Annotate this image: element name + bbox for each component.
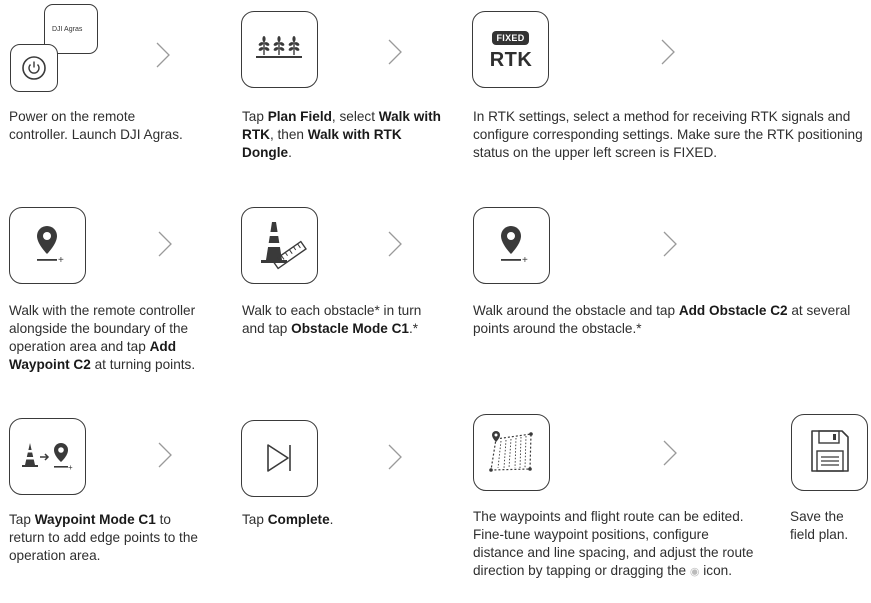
step-text-run: . xyxy=(329,512,334,527)
step-text-run: Power on the remote controller. Launch D… xyxy=(9,109,183,142)
step-text-run: , select xyxy=(331,109,379,124)
svg-text:+: + xyxy=(68,463,73,472)
step-text-run: . xyxy=(288,145,292,160)
chevron-right-icon xyxy=(661,39,675,65)
bold-term: Waypoint Mode C1 xyxy=(34,512,156,527)
cone-to-pin-icon: + xyxy=(9,418,86,495)
floppy-disk-icon xyxy=(791,414,868,491)
power-icon xyxy=(10,44,58,92)
fixed-badge: FIXED xyxy=(492,31,529,45)
step-text-run: Tap xyxy=(242,109,268,124)
waypoint-pin-add-icon: + xyxy=(473,207,550,284)
bold-term: Complete xyxy=(267,512,330,527)
chevron-right-icon xyxy=(663,440,677,466)
step-text-run: Tap xyxy=(242,512,268,527)
chevron-right-icon xyxy=(388,231,402,257)
chevron-right-icon xyxy=(388,444,402,470)
bold-term: Obstacle Mode C1 xyxy=(291,321,409,336)
bold-term: Add Obstacle C2 xyxy=(678,303,788,318)
step-text-obstacle-mode: Walk to each obstacle* in turn and tap O… xyxy=(242,302,422,338)
chevron-right-icon xyxy=(663,231,677,257)
rtk-label: RTK xyxy=(489,49,533,71)
traffic-cone-ruler-icon xyxy=(241,207,318,284)
step-text-add-obstacle: Walk around the obstacle and tap Add Obs… xyxy=(473,302,865,338)
dji-agras-label: DJI Agras xyxy=(52,26,83,33)
skip-end-icon xyxy=(241,420,318,497)
rtk-fixed-icon: FIXED RTK xyxy=(472,11,549,88)
chevron-right-icon xyxy=(158,231,172,257)
step-text-run: , then xyxy=(269,127,308,142)
crop-field-icon xyxy=(241,11,318,88)
chevron-right-icon xyxy=(156,42,170,68)
waypoint-pin-add-icon: + xyxy=(9,207,86,284)
step-text-run: Save the field plan. xyxy=(790,509,849,542)
step-text-run: .* xyxy=(408,321,419,336)
step-text-waypoint-mode: Tap Waypoint Mode C1 to return to add ed… xyxy=(9,511,199,565)
step-text-complete: Tap Complete. xyxy=(242,511,422,529)
bold-term: Plan Field xyxy=(267,109,332,124)
step-text-save: Save the field plan. xyxy=(790,508,865,544)
step-text-run: at turning points. xyxy=(90,357,196,372)
step-text-power: Power on the remote controller. Launch D… xyxy=(9,108,184,144)
step-text-run: Tap xyxy=(9,512,35,527)
chevron-right-icon xyxy=(158,442,172,468)
step-text-run: In RTK settings, select a method for rec… xyxy=(473,109,863,160)
chevron-right-icon xyxy=(388,39,402,65)
step-text-plan-field: Tap Plan Field, select Walk with RTK, th… xyxy=(242,108,442,162)
svg-text:+: + xyxy=(58,255,64,266)
drag-handle-icon: ◉ xyxy=(689,566,700,578)
step-text-walk-boundary: Walk with the remote controller alongsid… xyxy=(9,302,214,374)
field-route-grid-icon xyxy=(473,414,550,491)
svg-text:+: + xyxy=(522,255,528,266)
step-text-run: Walk around the obstacle and tap xyxy=(473,303,679,318)
step-text-run: icon. xyxy=(699,563,732,578)
step-text-rtk-settings: In RTK settings, select a method for rec… xyxy=(473,108,863,162)
step-text-edit-route: The waypoints and flight route can be ed… xyxy=(473,508,763,581)
